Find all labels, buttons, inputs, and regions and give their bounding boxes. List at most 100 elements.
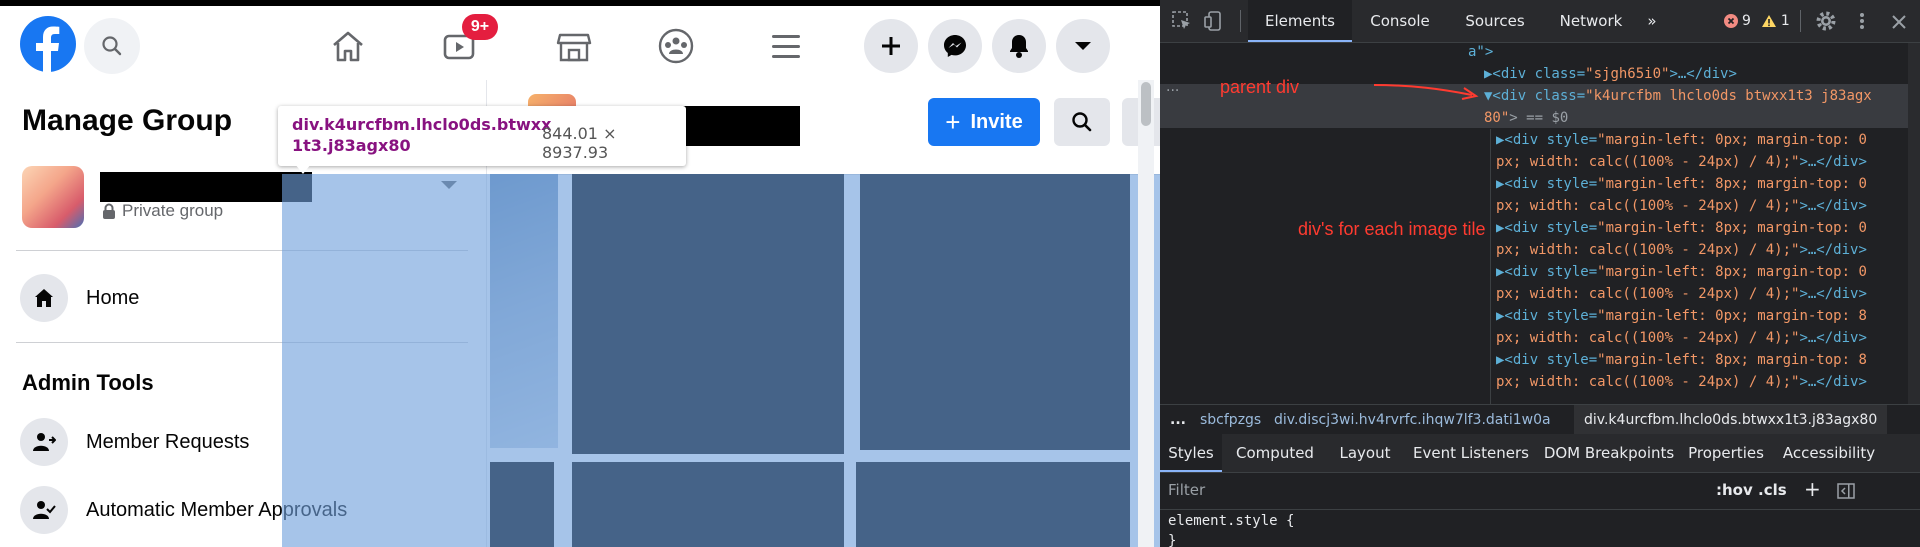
devtools-panel: Elements Console Sources Network » 9 1 a… xyxy=(1160,0,1920,547)
subtab-event-listeners[interactable]: Event Listeners xyxy=(1406,434,1536,472)
dom-tag: ▶<div class= xyxy=(1484,66,1586,82)
customize-menu-button[interactable] xyxy=(1854,9,1870,33)
style-rule-close: } xyxy=(1168,533,1177,547)
messenger-icon xyxy=(944,35,966,57)
tab-elements[interactable]: Elements xyxy=(1248,0,1352,42)
styles-subtabs: Styles Computed Layout Event Listeners D… xyxy=(1160,434,1920,473)
dom-tag: ▶<div style= xyxy=(1496,264,1598,280)
dom-attr-value: "k4urcfbm lhclo0ds btwxx1t3 j83agx xyxy=(1585,88,1872,104)
error-counter[interactable]: 9 1 xyxy=(1724,11,1790,31)
facebook-topbar: 9+ xyxy=(0,0,1160,80)
device-toolbar-button[interactable] xyxy=(1202,9,1226,33)
tab-sources[interactable]: Sources xyxy=(1450,0,1540,42)
styles-filter-input[interactable]: Filter xyxy=(1168,481,1608,501)
dom-child-line-cont: px; width: calc((100% - 24px) / 4);">…</… xyxy=(1496,239,1867,261)
filter-placeholder: Filter xyxy=(1168,481,1206,499)
group-avatar[interactable] xyxy=(22,166,84,228)
dom-child-line[interactable]: ▶<div style="margin-left: 8px; margin-to… xyxy=(1496,217,1867,239)
dom-attr-value: "margin-left: 0px; margin-top: 0 xyxy=(1597,132,1867,148)
breadcrumb-item[interactable]: div.discj3wi.hv4rvrfc.ihqw7lf3.dati1w0a xyxy=(1274,405,1551,435)
search-button[interactable] xyxy=(84,18,140,74)
dom-child-line[interactable]: ▶<div style="margin-left: 8px; margin-to… xyxy=(1496,173,1867,195)
notifications-badge-count: 9+ xyxy=(470,18,490,35)
search-icon xyxy=(1072,112,1092,132)
page-scrollbar[interactable] xyxy=(1138,80,1154,547)
nav-home[interactable] xyxy=(318,20,378,72)
dom-tag: ▶<div style= xyxy=(1496,220,1598,236)
tooltip-dimensions: 844.01 × 8937.93 xyxy=(542,124,617,162)
subtab-computed[interactable]: Computed xyxy=(1228,434,1322,472)
dom-tree[interactable]: a"> ▶<div class="sjgh65i0">…</div> ··· ▼… xyxy=(1160,43,1920,404)
dom-breadcrumbs: ... sbcfpzgs div.discj3wi.hv4rvrfc.ihqw7… xyxy=(1160,404,1920,436)
dom-attr-value: px; width: calc((100% - 24px) / 4);" xyxy=(1496,242,1800,258)
dom-attr-value: px; width: calc((100% - 24px) / 4);" xyxy=(1496,374,1800,390)
create-button[interactable] xyxy=(864,19,918,73)
dom-child-line[interactable]: ▶<div style="margin-left: 8px; margin-to… xyxy=(1496,349,1867,371)
dom-attr-value: 80" xyxy=(1484,110,1510,126)
toggle-sidebar-button[interactable] xyxy=(1836,481,1856,501)
dom-child-line[interactable]: ▶<div style="margin-left: 0px; margin-to… xyxy=(1496,305,1867,327)
subtab-layout[interactable]: Layout xyxy=(1330,434,1400,472)
invite-button[interactable]: + Invite xyxy=(928,98,1040,146)
groups-icon xyxy=(658,28,694,64)
dom-attr-value: px; width: calc((100% - 24px) / 4);" xyxy=(1496,198,1800,214)
more-tabs-button[interactable]: » xyxy=(1638,0,1666,42)
nav-groups[interactable] xyxy=(646,20,706,72)
inspect-element-button[interactable] xyxy=(1170,9,1194,33)
dom-child-line-cont: px; width: calc((100% - 24px) / 4);">…</… xyxy=(1496,371,1867,393)
facebook-logo-icon xyxy=(20,16,76,72)
tab-network[interactable]: Network xyxy=(1546,0,1636,42)
subtab-accessibility[interactable]: Accessibility xyxy=(1774,434,1884,472)
notifications-button[interactable] xyxy=(992,19,1046,73)
dom-tag-close: >…</div> xyxy=(1799,286,1867,302)
dom-attr-value: "margin-left: 8px; margin-top: 8 xyxy=(1597,352,1867,368)
tooltip-arrow xyxy=(295,164,311,174)
subtab-dom-breakpoints[interactable]: DOM Breakpoints xyxy=(1542,434,1676,472)
cls-toggle[interactable]: .cls xyxy=(1758,481,1787,499)
dom-child-line[interactable]: ▶<div style="margin-left: 0px; margin-to… xyxy=(1496,129,1867,151)
account-button[interactable] xyxy=(1056,19,1110,73)
style-rule-selector[interactable]: element.style { xyxy=(1168,510,1294,532)
dom-scrollbar[interactable] xyxy=(1908,43,1920,404)
tab-divider xyxy=(1800,10,1801,32)
dom-attr-value: px; width: calc((100% - 24px) / 4);" xyxy=(1496,330,1800,346)
settings-button[interactable] xyxy=(1814,9,1838,33)
create-icon xyxy=(882,37,900,55)
annotation-arrow xyxy=(1373,84,1479,100)
group-search-button[interactable] xyxy=(1054,98,1110,146)
dom-tag: ▶<div style= xyxy=(1496,308,1598,324)
hov-toggle[interactable]: :hov xyxy=(1716,481,1753,499)
breadcrumb-item[interactable]: sbcfpzgs xyxy=(1200,405,1261,435)
tab-console[interactable]: Console xyxy=(1356,0,1444,42)
home-icon xyxy=(333,31,363,62)
messenger-button[interactable] xyxy=(928,19,982,73)
facebook-logo[interactable] xyxy=(20,16,76,72)
more-vertical-icon xyxy=(1860,13,1864,29)
new-style-rule-button[interactable]: + xyxy=(1804,477,1821,501)
dom-line[interactable]: ▶<div class="sjgh65i0">…</div> xyxy=(1484,63,1737,85)
nav-menu[interactable] xyxy=(756,20,816,72)
tooltip-selector-line2: 1t3.j83agx80 xyxy=(292,136,411,155)
dom-line-selected[interactable]: ▼<div class="k4urcfbm lhclo0ds btwxx1t3 … xyxy=(1484,85,1872,107)
breadcrumb-overflow[interactable]: ... xyxy=(1170,405,1186,435)
dom-attr-value: "margin-left: 8px; margin-top: 0 xyxy=(1597,176,1867,192)
dom-tag-close: >…</div> xyxy=(1799,330,1867,346)
dom-child-line[interactable]: ▶<div style="margin-left: 8px; margin-to… xyxy=(1496,261,1867,283)
dom-child-line-cont: px; width: calc((100% - 24px) / 4);">…</… xyxy=(1496,195,1867,217)
inspect-icon xyxy=(1172,11,1190,29)
subtab-styles[interactable]: Styles xyxy=(1160,434,1222,472)
devtools-tabbar: Elements Console Sources Network » 9 1 xyxy=(1160,0,1920,43)
warning-count: 1 xyxy=(1780,13,1790,29)
breadcrumb-item-active[interactable]: div.k4urcfbm.lhclo0ds.btwxx1t3.j83agx80 xyxy=(1574,405,1888,435)
home-icon xyxy=(35,289,53,307)
dom-row-ellipsis[interactable]: ··· xyxy=(1166,83,1179,99)
dom-attr-value: "sjgh65i0" xyxy=(1585,66,1670,82)
dom-tag-close: >…</div> xyxy=(1799,242,1867,258)
close-devtools-button[interactable] xyxy=(1888,9,1910,33)
styles-pane: element.style { } xyxy=(1160,510,1920,547)
nav-marketplace[interactable] xyxy=(544,20,604,72)
dom-text: a"> xyxy=(1468,44,1494,60)
subtab-properties[interactable]: Properties xyxy=(1682,434,1770,472)
page-scrollbar-thumb[interactable] xyxy=(1141,82,1151,126)
group-privacy-label: Private group xyxy=(122,201,224,220)
